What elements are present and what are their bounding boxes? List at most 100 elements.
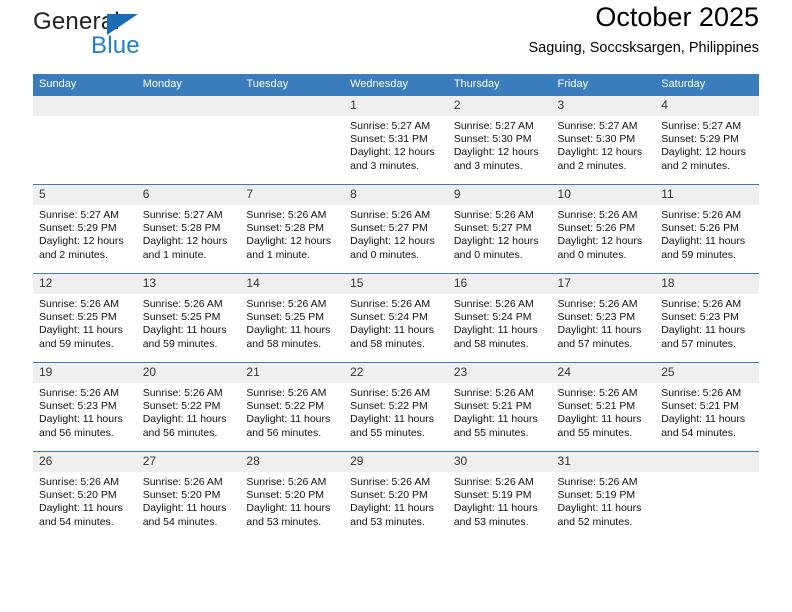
- sunset-text: Sunset: 5:26 PM: [557, 222, 636, 235]
- calendar-day-cell[interactable]: 21 Sunrise: 5:26 AM Sunset: 5:22 PM Dayligh…: [240, 362, 345, 452]
- daylight-text: Daylight: 11 hours: [557, 502, 642, 515]
- sunrise-text: Sunrise: 5:26 AM: [246, 298, 327, 310]
- daylight-text: Daylight: 11 hours: [142, 324, 227, 337]
- day-box: 20 Sunrise: 5:26 AM Sunset: 5:22 PM Dayligh…: [136, 363, 241, 451]
- sunset-text: Sunset: 5:28 PM: [246, 222, 325, 235]
- calendar-day-cell[interactable]: 6 Sunrise: 5:27 AM Sunset: 5:28 PM Daylight…: [136, 184, 241, 274]
- day-number: 19: [33, 363, 137, 383]
- daylight-text: Daylight: 11 hours: [350, 502, 434, 515]
- sunset-text: Sunset: 5:22 PM: [350, 400, 428, 413]
- calendar-day-cell[interactable]: 15 Sunrise: 5:26 AM Sunset: 5:24 PM Dayligh…: [344, 273, 448, 363]
- sunset-text: Sunset: 5:24 PM: [350, 311, 428, 324]
- calendar-day-cell[interactable]: 3 Sunrise: 5:27 AM Sunset: 5:30 PM Daylight…: [551, 95, 656, 185]
- calendar-day-cell[interactable]: 10 Sunrise: 5:26 AM Sunset: 5:26 PM Dayligh…: [551, 184, 656, 274]
- calendar-cell-empty: [655, 451, 759, 541]
- daylight-text: and 55 minutes.: [350, 426, 425, 439]
- day-details: Sunrise: 5:26 AM Sunset: 5:20 PM Daylight:…: [33, 472, 137, 529]
- day-box: 30 Sunrise: 5:26 AM Sunset: 5:19 PM Dayligh…: [447, 452, 552, 541]
- calendar-cell-empty: [240, 95, 345, 185]
- sunrise-text: Sunrise: 5:27 AM: [142, 209, 223, 221]
- day-details: Sunrise: 5:26 AM Sunset: 5:20 PM Daylight:…: [137, 472, 241, 529]
- calendar-day-cell[interactable]: 30 Sunrise: 5:26 AM Sunset: 5:19 PM Dayligh…: [447, 451, 552, 541]
- calendar-body: 1 Sunrise: 5:27 AM Sunset: 5:31 PM Daylight…: [33, 95, 759, 541]
- day-box: 10 Sunrise: 5:26 AM Sunset: 5:26 PM Dayligh…: [551, 185, 656, 273]
- sunset-text: Sunset: 5:28 PM: [142, 222, 221, 235]
- daylight-text: and 2 minutes.: [557, 159, 627, 172]
- calendar-day-cell[interactable]: 5 Sunrise: 5:27 AM Sunset: 5:29 PM Daylight…: [33, 184, 137, 274]
- calendar-day-cell[interactable]: 18 Sunrise: 5:26 AM Sunset: 5:23 PM Dayligh…: [655, 273, 759, 363]
- daylight-text: Daylight: 11 hours: [557, 324, 642, 337]
- day-box: 15 Sunrise: 5:26 AM Sunset: 5:24 PM Dayligh…: [344, 274, 448, 362]
- daylight-text: and 59 minutes.: [39, 337, 114, 350]
- daylight-text: and 55 minutes.: [557, 426, 633, 439]
- daylight-text: and 53 minutes.: [453, 515, 529, 528]
- day-details: Sunrise: 5:26 AM Sunset: 5:26 PM Daylight:…: [655, 205, 759, 262]
- day-box: [33, 96, 137, 184]
- calendar-day-cell[interactable]: 12 Sunrise: 5:26 AM Sunset: 5:25 PM Dayligh…: [33, 273, 137, 363]
- calendar-day-cell[interactable]: 22 Sunrise: 5:26 AM Sunset: 5:22 PM Dayligh…: [344, 362, 448, 452]
- daylight-text: Daylight: 11 hours: [142, 413, 227, 426]
- sunrise-text: Sunrise: 5:27 AM: [557, 120, 638, 132]
- calendar-day-cell[interactable]: 31 Sunrise: 5:26 AM Sunset: 5:19 PM Dayligh…: [551, 451, 656, 541]
- calendar-day-cell[interactable]: 4 Sunrise: 5:27 AM Sunset: 5:29 PM Daylight…: [655, 95, 759, 185]
- sunrise-text: Sunrise: 5:27 AM: [350, 120, 431, 132]
- calendar-day-cell[interactable]: 1 Sunrise: 5:27 AM Sunset: 5:31 PM Daylight…: [344, 95, 448, 185]
- daylight-text: and 57 minutes.: [557, 337, 633, 350]
- sunset-text: Sunset: 5:21 PM: [453, 400, 532, 413]
- day-details: [33, 116, 137, 120]
- calendar-day-cell[interactable]: 28 Sunrise: 5:26 AM Sunset: 5:20 PM Dayligh…: [240, 451, 345, 541]
- calendar-day-cell[interactable]: 14 Sunrise: 5:26 AM Sunset: 5:25 PM Dayligh…: [240, 273, 345, 363]
- sunrise-text: Sunrise: 5:26 AM: [453, 298, 534, 310]
- sunrise-text: Sunrise: 5:26 AM: [661, 209, 742, 221]
- daylight-text: and 52 minutes.: [557, 515, 633, 528]
- weekday-header-monday: Monday: [136, 74, 241, 96]
- sunrise-text: Sunrise: 5:26 AM: [246, 387, 327, 399]
- calendar-day-cell[interactable]: 2 Sunrise: 5:27 AM Sunset: 5:30 PM Daylight…: [447, 95, 552, 185]
- calendar-day-cell[interactable]: 23 Sunrise: 5:26 AM Sunset: 5:21 PM Dayligh…: [447, 362, 552, 452]
- daylight-text: and 0 minutes.: [350, 248, 419, 261]
- day-number: 2: [447, 96, 552, 116]
- calendar-day-cell[interactable]: 7 Sunrise: 5:26 AM Sunset: 5:28 PM Daylight…: [240, 184, 345, 274]
- daylight-text: Daylight: 11 hours: [246, 324, 331, 337]
- calendar-day-cell[interactable]: 8 Sunrise: 5:26 AM Sunset: 5:27 PM Daylight…: [344, 184, 448, 274]
- day-number: 5: [33, 185, 137, 205]
- day-details: [655, 472, 759, 476]
- daylight-text: Daylight: 12 hours: [39, 235, 124, 248]
- calendar-day-cell[interactable]: 24 Sunrise: 5:26 AM Sunset: 5:21 PM Dayligh…: [551, 362, 656, 452]
- calendar-day-cell[interactable]: 17 Sunrise: 5:26 AM Sunset: 5:23 PM Dayligh…: [551, 273, 656, 363]
- daylight-text: and 0 minutes.: [453, 248, 523, 261]
- daylight-text: Daylight: 11 hours: [453, 413, 538, 426]
- sunrise-text: Sunrise: 5:26 AM: [557, 476, 638, 488]
- calendar-day-cell[interactable]: 27 Sunrise: 5:26 AM Sunset: 5:20 PM Dayligh…: [136, 451, 241, 541]
- sunrise-text: Sunrise: 5:26 AM: [661, 387, 742, 399]
- page-title: October 2025: [595, 2, 759, 32]
- daylight-text: Daylight: 11 hours: [39, 413, 123, 426]
- calendar-day-cell[interactable]: 11 Sunrise: 5:26 AM Sunset: 5:26 PM Dayligh…: [655, 184, 759, 274]
- calendar-day-cell[interactable]: 16 Sunrise: 5:26 AM Sunset: 5:24 PM Dayligh…: [447, 273, 552, 363]
- calendar-day-cell[interactable]: 13 Sunrise: 5:26 AM Sunset: 5:25 PM Dayligh…: [136, 273, 241, 363]
- calendar-day-cell[interactable]: 29 Sunrise: 5:26 AM Sunset: 5:20 PM Dayligh…: [344, 451, 448, 541]
- day-box: 24 Sunrise: 5:26 AM Sunset: 5:21 PM Dayligh…: [551, 363, 656, 451]
- daylight-text: and 54 minutes.: [142, 515, 218, 528]
- day-number: 3: [551, 96, 656, 116]
- daylight-text: Daylight: 11 hours: [246, 502, 331, 515]
- sunset-text: Sunset: 5:24 PM: [453, 311, 532, 324]
- calendar-day-cell[interactable]: 26 Sunrise: 5:26 AM Sunset: 5:20 PM Dayligh…: [33, 451, 137, 541]
- general-blue-logo[interactable]: General Blue: [33, 8, 263, 70]
- calendar-day-cell[interactable]: 25 Sunrise: 5:26 AM Sunset: 5:21 PM Dayligh…: [655, 362, 759, 452]
- day-box: 16 Sunrise: 5:26 AM Sunset: 5:24 PM Dayligh…: [447, 274, 552, 362]
- daylight-text: and 0 minutes.: [557, 248, 627, 261]
- calendar-day-cell[interactable]: 9 Sunrise: 5:26 AM Sunset: 5:27 PM Daylight…: [447, 184, 552, 274]
- day-box: 12 Sunrise: 5:26 AM Sunset: 5:25 PM Dayligh…: [33, 274, 137, 362]
- day-details: Sunrise: 5:26 AM Sunset: 5:21 PM Daylight:…: [552, 383, 656, 440]
- logo-text-blue: Blue: [91, 32, 140, 59]
- day-number: 4: [655, 96, 759, 116]
- day-box: 14 Sunrise: 5:26 AM Sunset: 5:25 PM Dayligh…: [240, 274, 345, 362]
- daylight-text: Daylight: 11 hours: [39, 502, 123, 515]
- calendar-day-cell[interactable]: 20 Sunrise: 5:26 AM Sunset: 5:22 PM Dayligh…: [136, 362, 241, 452]
- sunset-text: Sunset: 5:23 PM: [557, 311, 636, 324]
- daylight-text: Daylight: 12 hours: [453, 235, 539, 248]
- calendar-day-cell[interactable]: 19 Sunrise: 5:26 AM Sunset: 5:23 PM Dayligh…: [33, 362, 137, 452]
- sunset-text: Sunset: 5:19 PM: [453, 489, 532, 502]
- daylight-text: and 59 minutes.: [142, 337, 218, 350]
